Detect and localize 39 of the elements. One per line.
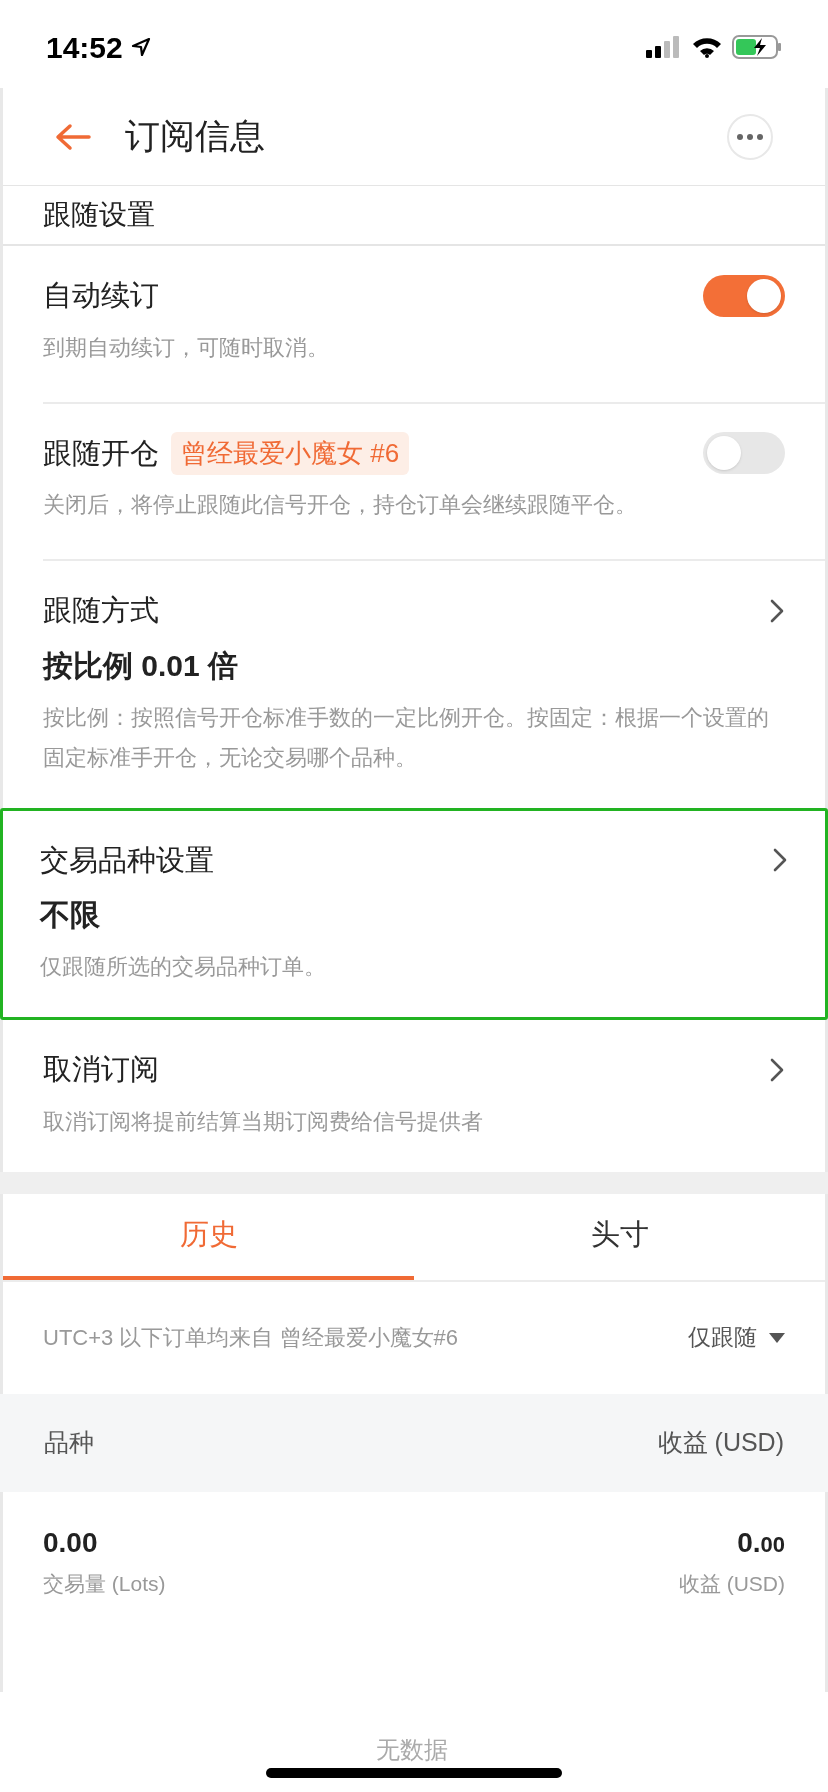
setting-title: 自动续订 <box>43 278 159 313</box>
signal-icon <box>646 36 682 58</box>
column-header: 品种 <box>44 1426 94 1458</box>
setting-title: 交易品种设置 <box>40 842 214 878</box>
profit-value: 0.00 <box>737 1525 785 1560</box>
filter-dropdown[interactable]: 仅跟随 <box>688 1320 785 1355</box>
toggle-switch[interactable] <box>703 432 785 475</box>
setting-description: 按比例：按照信号开仓标准手数的一定比例开仓。按固定：根据一个设置的固定标准手开仓，无论交易哪个品种。 <box>43 703 770 772</box>
chevron-right-icon <box>769 1056 785 1083</box>
setting-description: 到期自动续订，可随时取消。 <box>43 333 330 362</box>
more-icon <box>737 133 763 140</box>
volume-value: 0.00 <box>43 1525 99 1560</box>
toggle-switch[interactable] <box>703 274 785 317</box>
battery-icon <box>732 35 782 59</box>
back-arrow-icon <box>55 122 91 151</box>
setting-title: 取消订阅 <box>43 1052 159 1087</box>
wifi-icon <box>692 36 722 58</box>
setting-title: 跟随方式 <box>43 593 159 628</box>
section-title: 跟随设置 <box>43 198 155 232</box>
setting-description: 取消订阅将提前结算当期订阅费给信号提供者 <box>43 1107 484 1136</box>
chevron-right-icon <box>769 597 785 624</box>
column-header: 收益 (USD) <box>657 1426 784 1458</box>
clock: 14:52 <box>46 29 123 66</box>
chevron-right-icon <box>772 847 788 874</box>
dropdown-caret-icon <box>769 1332 785 1343</box>
empty-state-text: 无数据 <box>376 1738 448 1762</box>
filter-info: UTC+3 以下订单均来自 曾经最爱小魔女#6 <box>43 1324 458 1352</box>
location-arrow-icon <box>130 37 151 57</box>
setting-description: 关闭后，将停止跟随此信号开仓，持仓订单会继续跟随平仓。 <box>43 491 638 519</box>
setting-value: 不限 <box>40 897 101 933</box>
volume-label: 交易量 (Lots) <box>43 1570 166 1597</box>
more-button[interactable] <box>727 113 773 160</box>
setting-description: 仅跟随所选的交易品种订单。 <box>40 953 327 981</box>
signal-tag: 曾经最爱小魔女 #6 <box>171 431 410 475</box>
setting-title: 跟随开仓 <box>43 435 159 471</box>
setting-value: 按比例 0.01 倍 <box>43 647 240 684</box>
page-title: 订阅信息 <box>125 115 266 158</box>
tab[interactable]: 头寸 <box>414 1193 825 1280</box>
profit-label: 收益 (USD) <box>678 1570 785 1597</box>
